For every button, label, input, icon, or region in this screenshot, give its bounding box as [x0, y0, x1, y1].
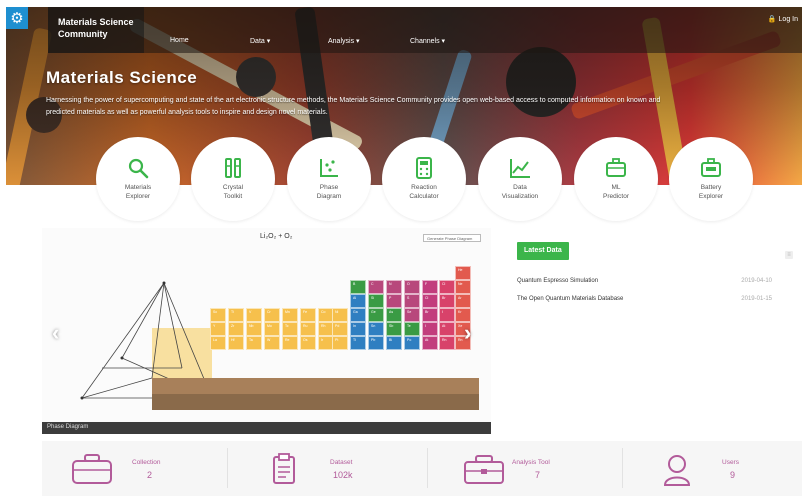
stat-label: Dataset [330, 459, 353, 466]
login-link[interactable]: 🔒 Log In [768, 15, 798, 23]
chart-icon [510, 159, 530, 178]
document-icon [273, 453, 295, 484]
stat-value: 7 [535, 470, 541, 480]
tool-phase-diagram[interactable]: Phase Diagram [287, 137, 371, 221]
tool-battery-explorer[interactable]: Battery Explorer [669, 137, 753, 221]
latest-data-item[interactable]: Quantum Espresso Simulation 2019-04-10 [517, 278, 772, 284]
latest-item-name: The Open Quantum Materials Database [517, 296, 624, 302]
stat-dataset[interactable]: Dataset 102k [232, 441, 422, 496]
tool-label: Reaction Calculator [409, 184, 439, 200]
latest-item-date: 2019-04-10 [741, 278, 772, 284]
tool-reaction-calculator[interactable]: Reaction Calculator [382, 137, 466, 221]
stat-divider [227, 448, 228, 488]
calculator-icon [416, 157, 432, 179]
stat-collection[interactable]: Collection 2 [42, 441, 232, 496]
toolkit-icon [225, 158, 241, 178]
latest-data-item[interactable]: The Open Quantum Materials Database 2019… [517, 296, 772, 302]
stat-label: Users [722, 459, 739, 466]
tool-label: Battery Explorer [698, 184, 724, 200]
actinide-row [152, 394, 479, 410]
tool-data-visualization[interactable]: Data Visualization [478, 137, 562, 221]
latest-item-date: 2019-01-15 [741, 296, 772, 302]
hero-title: Materials Science [46, 68, 198, 87]
settings-gear-icon[interactable]: ⚙ [6, 7, 28, 29]
stat-label: Collection [132, 459, 161, 466]
stat-label: Analysis Tool [512, 459, 550, 466]
briefcase-icon [72, 454, 112, 484]
carousel-slide: Li₂O₂ + O₂ Generate Phase Diagram He Ne … [42, 228, 491, 424]
tool-label: ML Predictor [602, 184, 629, 200]
page: Materials Science Community Home Data ▾ … [0, 0, 802, 496]
stat-analysis-tool[interactable]: Analysis Tool 7 [428, 441, 618, 496]
toolbox-icon [464, 455, 504, 484]
stat-value: 2 [147, 470, 153, 480]
carousel-caption-bar: Phase Diagram [42, 422, 491, 434]
stat-divider [622, 448, 623, 488]
nav-home[interactable]: Home [170, 37, 189, 44]
featured-carousel[interactable]: Li₂O₂ + O₂ Generate Phase Diagram He Ne … [42, 228, 491, 434]
nav-analysis-dropdown[interactable]: Analysis ▾ [328, 37, 360, 45]
top-nav [144, 7, 802, 53]
stat-users[interactable]: Users 9 [624, 441, 802, 496]
carousel-next-chevron-icon[interactable]: › [464, 320, 471, 346]
tool-label: Crystal Toolkit [222, 184, 244, 200]
stat-value: 102k [333, 470, 353, 480]
carousel-caption: Phase Diagram [47, 424, 89, 430]
briefcase-icon [606, 158, 626, 177]
latest-data-badge: Latest Data [517, 242, 569, 260]
nav-data-dropdown[interactable]: Data ▾ [250, 37, 270, 45]
lanthanide-row [152, 378, 479, 394]
tool-ml-predictor[interactable]: ML Predictor [574, 137, 658, 221]
tool-materials-explorer[interactable]: Materials Explorer [96, 137, 180, 221]
tool-label: Phase Diagram [316, 184, 342, 200]
brand-line1: Materials Science [58, 17, 134, 27]
tool-crystal-toolkit[interactable]: Crystal Toolkit [191, 137, 275, 221]
rss-icon[interactable]: ≡ [785, 251, 793, 259]
phase-diagram-icon [320, 159, 338, 177]
carousel-prev-chevron-icon[interactable]: ‹ [52, 320, 59, 346]
user-icon [663, 455, 691, 486]
battery-briefcase-icon [701, 158, 721, 177]
latest-item-name: Quantum Espresso Simulation [517, 278, 599, 284]
tool-label: Materials Explorer [124, 184, 152, 200]
tool-label: Data Visualization [501, 184, 539, 200]
magnifier-icon [128, 158, 149, 179]
stat-value: 9 [730, 470, 736, 480]
brand-line2: Community [58, 29, 108, 39]
brand-logo[interactable]: Materials Science Community [48, 7, 144, 53]
nav-channels-dropdown[interactable]: Channels ▾ [410, 37, 445, 45]
hero-description: Harnessing the power of supercomputing a… [46, 97, 661, 116]
